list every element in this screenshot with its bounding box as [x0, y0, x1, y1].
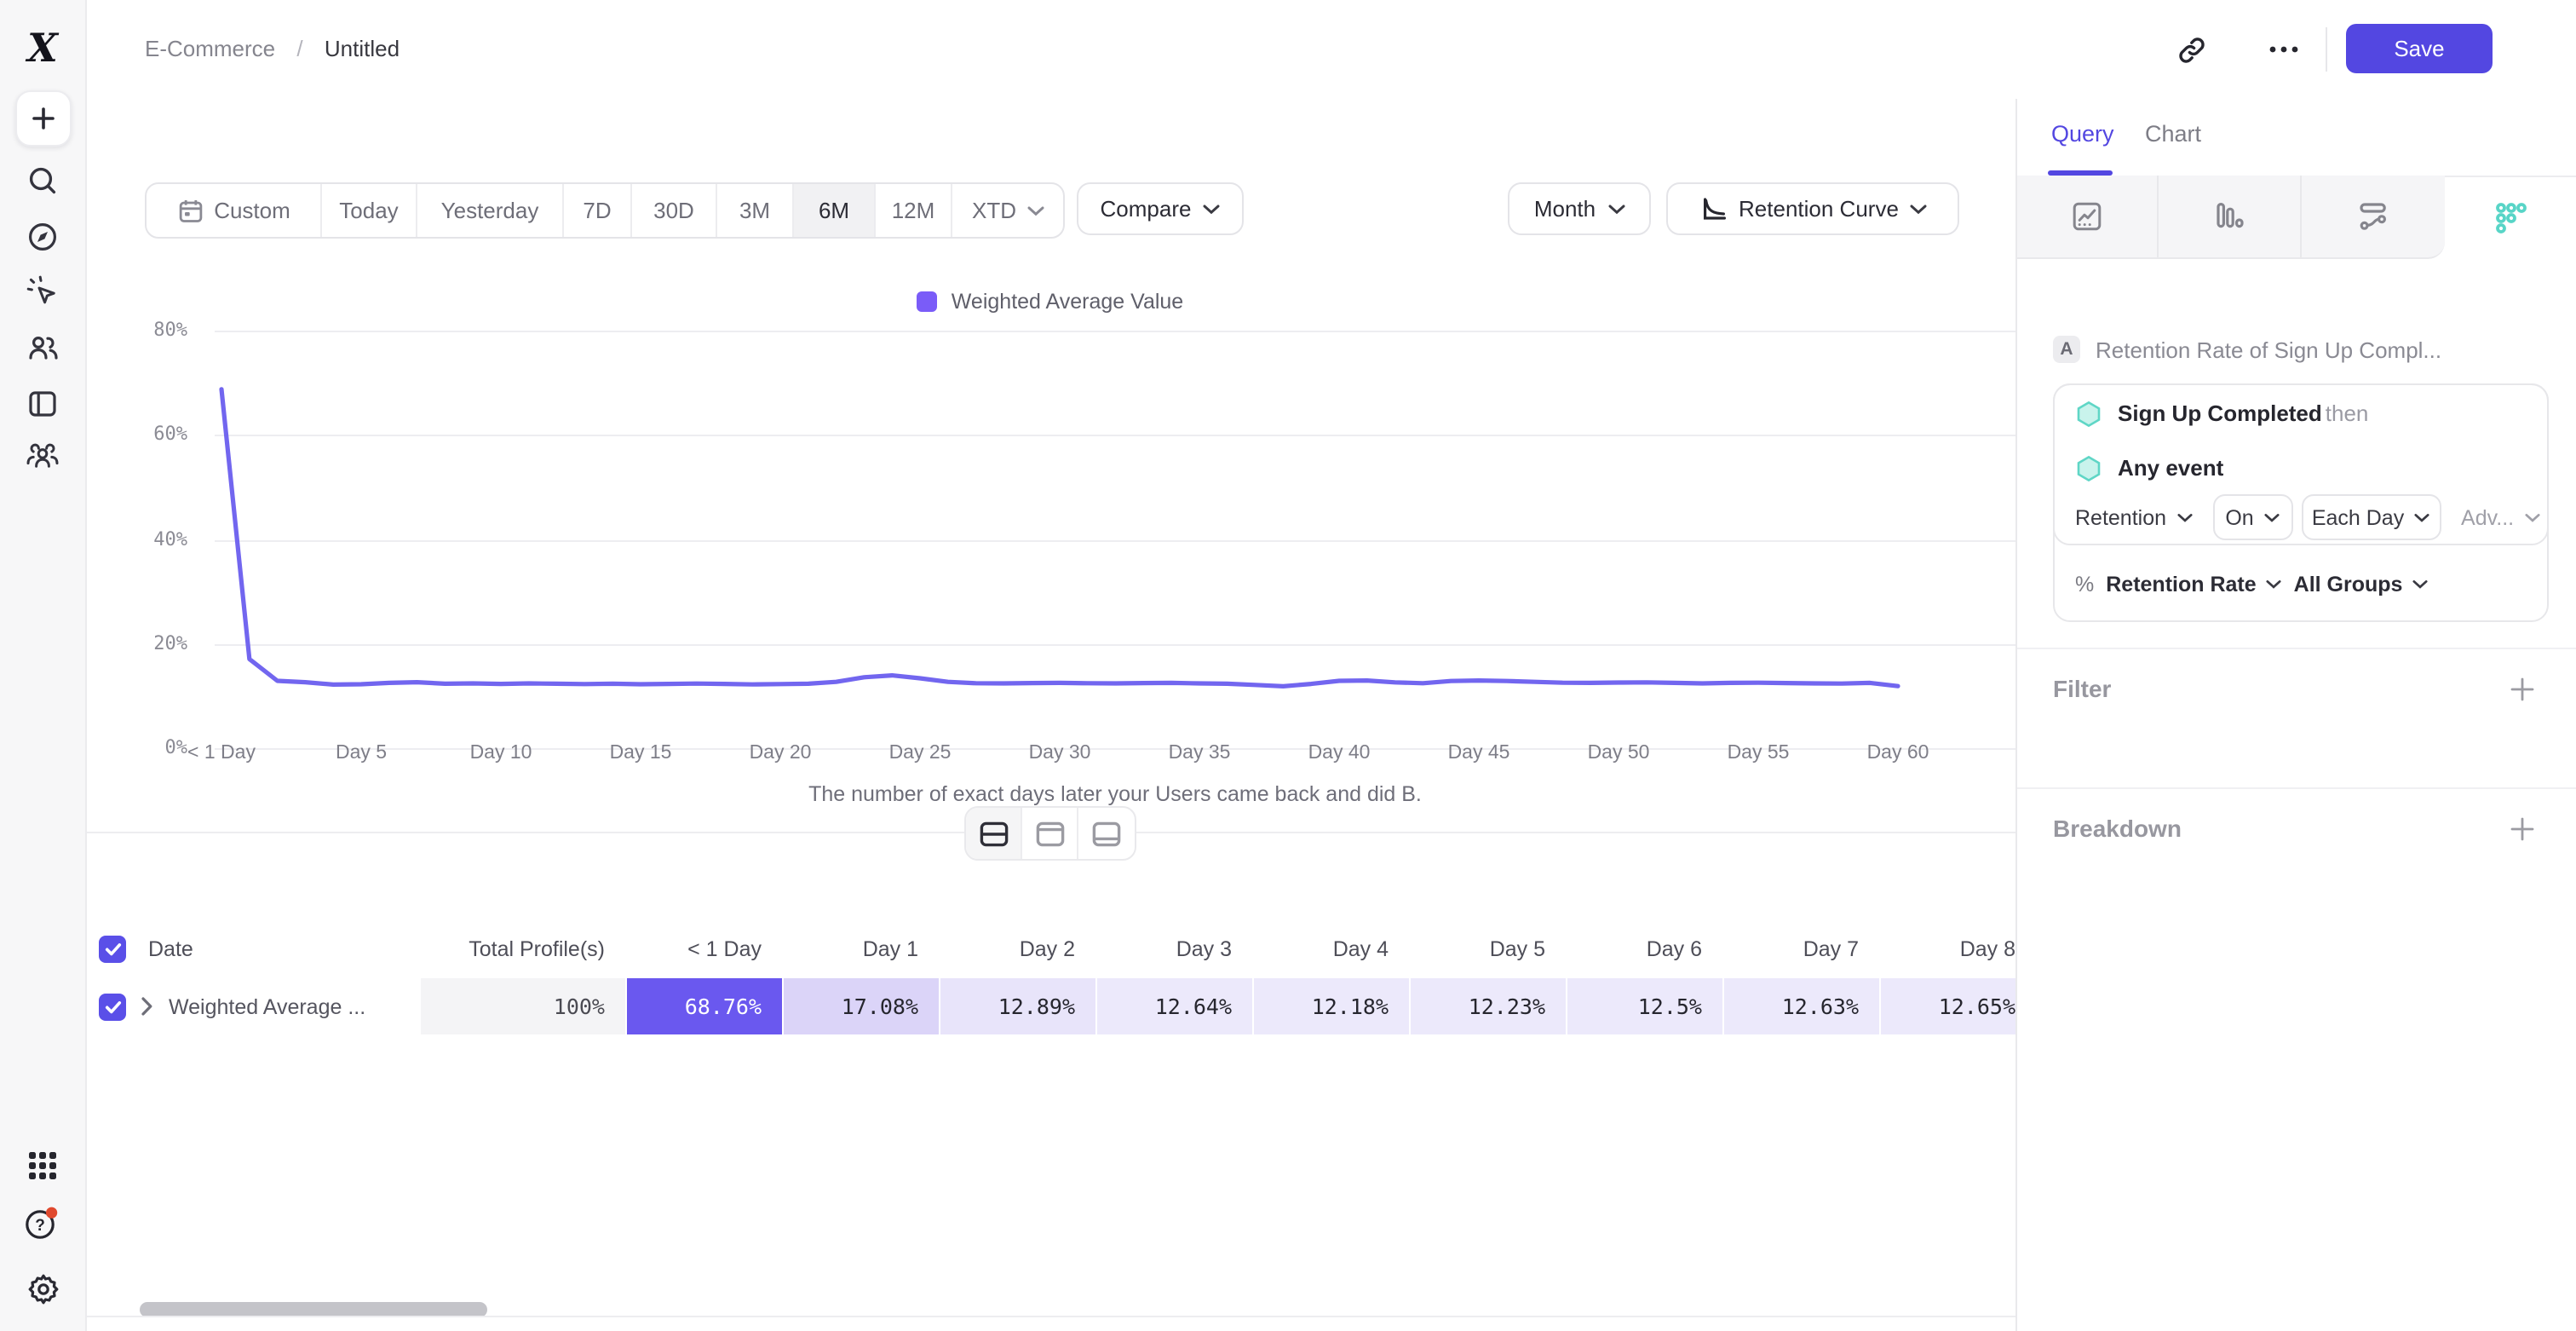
value-cell: 12.63%: [1722, 978, 1879, 1034]
value-cell: 12.65%: [1879, 978, 2015, 1034]
cohorts-icon[interactable]: [0, 431, 85, 482]
top-header: E-Commerce / Untitled Save: [85, 0, 2576, 101]
funnels-icon[interactable]: [2159, 176, 2302, 259]
ellipsis-icon[interactable]: [2259, 26, 2307, 73]
query-title[interactable]: Retention Rate of Sign Up Compl...: [2096, 337, 2552, 363]
header-cell[interactable]: Day 6: [1566, 920, 1722, 978]
add-breakdown-button[interactable]: [2504, 811, 2539, 845]
left-sidebar: X: [0, 0, 87, 1331]
event-hexagon-icon: [2075, 400, 2102, 428]
rate-row: % Retention Rate All Groups: [2075, 568, 2428, 602]
help-icon[interactable]: ?: [0, 1198, 85, 1249]
value-cell: 17.08%: [782, 978, 939, 1034]
query-card: Sign Up Completedthen Any event Retentio…: [2053, 383, 2549, 622]
settings-gear-icon[interactable]: [0, 1263, 85, 1314]
flows-icon[interactable]: [2301, 176, 2445, 259]
mixpanel-logo-icon[interactable]: X: [0, 22, 85, 73]
value-cell: 12.89%: [939, 978, 1095, 1034]
table-header-row: DateTotal Profile(s)< 1 DayDay 1Day 2Day…: [85, 920, 2015, 978]
tab-chart[interactable]: Chart: [2145, 121, 2201, 147]
header-divider: [2326, 27, 2327, 72]
row-checkbox[interactable]: [99, 993, 126, 1020]
on-dropdown[interactable]: On: [2212, 494, 2292, 540]
split-view-toggle[interactable]: [966, 808, 1022, 859]
link-icon[interactable]: [2167, 26, 2215, 73]
breakdown-section-label: Breakdown: [2053, 815, 2182, 842]
svg-text:?: ?: [35, 1217, 45, 1235]
retention-controls-row: Retention On Each Day Adv...: [2075, 494, 2539, 540]
x-axis-caption: The number of exact days later your User…: [215, 782, 2015, 806]
chevron-down-icon: [2412, 579, 2428, 590]
retention-icon[interactable]: [2445, 176, 2576, 259]
header-cell[interactable]: Day 2: [939, 920, 1095, 978]
header-cell[interactable]: Total Profile(s): [419, 920, 625, 978]
retention-line-series: [85, 99, 2015, 857]
add-filter-button[interactable]: [2504, 671, 2539, 706]
query-step-badge: A: [2053, 336, 2080, 363]
value-cell: 12.64%: [1095, 978, 1252, 1034]
header-cell[interactable]: Day 1: [782, 920, 939, 978]
breadcrumb-report-title[interactable]: Untitled: [325, 36, 400, 61]
check-icon: [103, 941, 122, 958]
value-cell: 68.76%: [625, 978, 782, 1034]
percent-prefix: %: [2075, 573, 2094, 596]
chevron-down-icon: [2524, 512, 2539, 522]
value-cell: 100%: [419, 978, 625, 1034]
value-cell: 12.18%: [1252, 978, 1409, 1034]
event-hexagon-icon: [2075, 455, 2102, 482]
header-cell[interactable]: Day 5: [1409, 920, 1566, 978]
search-icon[interactable]: [0, 155, 85, 206]
header-cell[interactable]: < 1 Day: [625, 920, 782, 978]
table-only-toggle[interactable]: [1078, 808, 1135, 859]
row-checkbox[interactable]: [99, 936, 126, 963]
header-cell[interactable]: Day 8: [1879, 920, 2015, 978]
chevron-down-icon: [2264, 512, 2280, 522]
row-label-cell[interactable]: Weighted Average ...: [85, 978, 419, 1034]
chart-only-toggle[interactable]: [1022, 808, 1078, 859]
filter-section-label: Filter: [2053, 675, 2111, 702]
value-cell: 12.5%: [1566, 978, 1722, 1034]
create-plus-icon[interactable]: [0, 92, 85, 143]
header-cell[interactable]: Day 4: [1252, 920, 1409, 978]
header-cell[interactable]: Day 3: [1095, 920, 1252, 978]
chevron-down-icon: [2414, 512, 2429, 522]
layout-toggle-group: [964, 806, 1136, 861]
query-panel: Query Chart A Retention Rate of Sign Up …: [2015, 99, 2576, 1331]
breadcrumb-project[interactable]: E-Commerce: [145, 36, 275, 61]
expand-chevron-icon[interactable]: [141, 997, 153, 1016]
header-cell[interactable]: Day 7: [1722, 920, 1879, 978]
bucket-dropdown[interactable]: Each Day: [2301, 494, 2441, 540]
report-type-strip: [2017, 176, 2576, 259]
groups-dropdown[interactable]: All Groups: [2294, 573, 2429, 596]
panel-tab-bar: Query Chart: [2017, 99, 2576, 177]
event-step-row[interactable]: Any event: [2075, 452, 2223, 486]
apps-grid-icon[interactable]: [0, 1140, 85, 1191]
measure-dropdown[interactable]: Retention: [2075, 505, 2192, 529]
notification-dot: [46, 1207, 57, 1219]
header-cell: Date: [85, 920, 419, 978]
event-step-row[interactable]: Sign Up Completedthen: [2075, 397, 2368, 431]
app-window: X: [0, 0, 2576, 1331]
value-cell: 12.23%: [1409, 978, 1566, 1034]
report-content: CustomTodayYesterday7D30D3M6M12MXTD Comp…: [85, 99, 2015, 1331]
advanced-dropdown[interactable]: Adv...: [2461, 505, 2539, 529]
chevron-down-icon: [2176, 512, 2192, 522]
metric-dropdown[interactable]: Retention Rate: [2106, 573, 2281, 596]
boards-icon[interactable]: [0, 378, 85, 429]
chevron-down-icon: [2267, 579, 2282, 590]
table-row: Weighted Average ...100%68.76%17.08%12.8…: [85, 978, 2015, 1034]
tab-query[interactable]: Query: [2051, 121, 2114, 147]
save-button[interactable]: Save: [2346, 24, 2493, 73]
insights-icon[interactable]: [2017, 176, 2159, 259]
click-cursor-icon[interactable]: [0, 266, 85, 317]
users-icon[interactable]: [0, 322, 85, 373]
compass-icon[interactable]: [0, 211, 85, 262]
check-icon: [103, 998, 122, 1015]
breadcrumb: E-Commerce / Untitled: [145, 36, 400, 61]
